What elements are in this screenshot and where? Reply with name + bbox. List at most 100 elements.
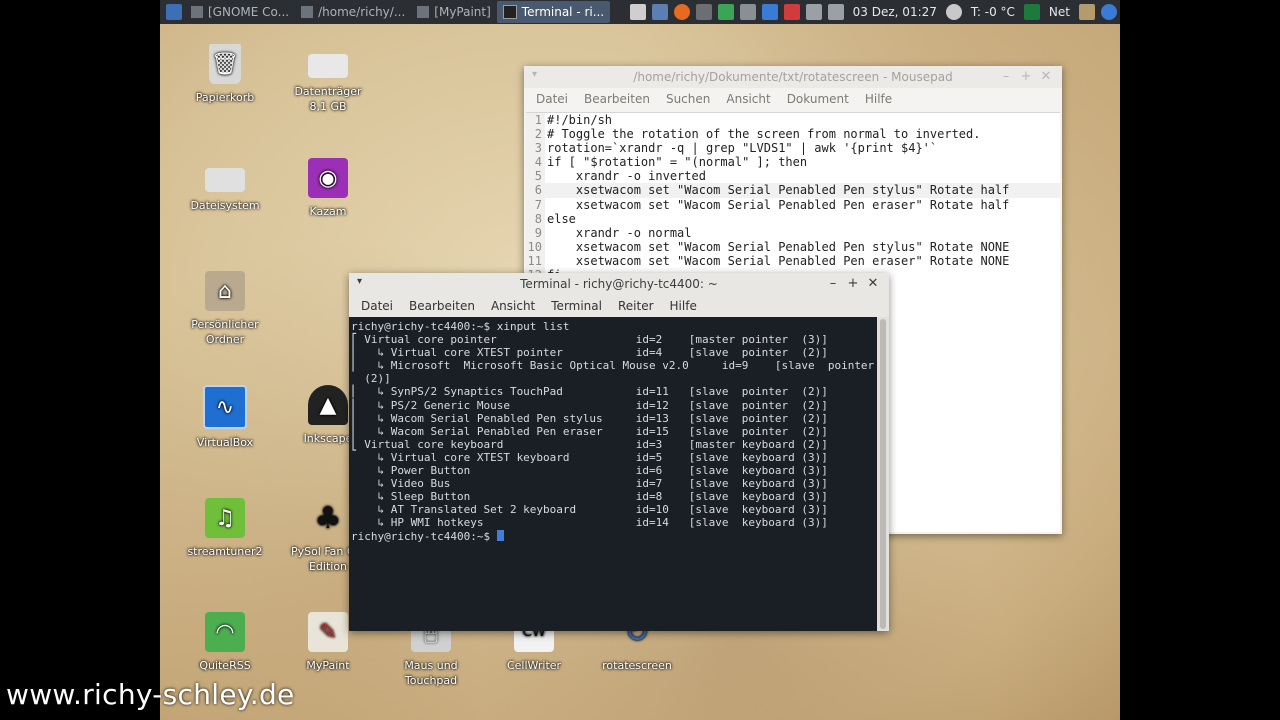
weather-icon[interactable] [945,4,962,20]
editor-line: 7 xsetwacom set "Wacom Serial Penabled P… [526,197,1060,212]
menu-dokument[interactable]: Dokument [787,92,849,106]
notes-icon[interactable] [629,4,646,20]
line-number: 7 [526,197,545,212]
editor-icon [301,6,314,18]
mousepad-titlebar[interactable]: ▾ /home/richy/Dokumente/txt/rotatescreen… [524,66,1062,88]
desktop-icon-label: Dateisystem [190,199,260,212]
menu-bearbeiten[interactable]: Bearbeiten [584,92,650,106]
app-tray-icon[interactable] [717,4,734,20]
menu-bearbeiten[interactable]: Bearbeiten [409,299,475,313]
line-text: #!/bin/sh [547,113,613,127]
volume-icon[interactable] [827,4,844,20]
line-text: else [547,211,576,226]
close-icon[interactable]: ✕ [1036,69,1056,84]
task-mypaint[interactable]: [MyPaint] [411,1,497,23]
desktop: [GNOME Co... /home/richy/... [MyPaint] T… [160,0,1120,720]
editor-line: 1 #!/bin/sh [526,113,1060,128]
line-number: 3 [526,141,545,156]
firefox-icon[interactable] [673,4,690,20]
editor-line-current: 6 xsetwacom set "Wacom Serial Penabled P… [526,183,1060,198]
menu-hilfe[interactable]: Hilfe [865,92,892,106]
task-label: [MyPaint] [434,5,491,19]
desktop-icon-papierkorb[interactable]: 🗑 Papierkorb [177,44,273,105]
task-label: [GNOME Co... [208,5,290,19]
task-gnome[interactable]: [GNOME Co... [185,1,295,23]
terminal-output[interactable]: richy@richy-tc4400:~$ xinput list ⎡ Virt… [349,317,877,631]
system-tray: 03 Dez, 01:27 T: -0 °C Net [627,4,1120,20]
terminal-line: ↳ Power Button id=6 [slave keyboard (3)] [351,464,828,478]
clock[interactable]: 03 Dez, 01:27 [853,5,937,19]
terminal-line: (2)] [351,372,391,386]
menu-datei[interactable]: Datei [536,92,568,106]
menu-datei[interactable]: Datei [361,299,393,313]
task-mousepad[interactable]: /home/richy/... [295,1,411,23]
menu-hilfe[interactable]: Hilfe [670,299,697,313]
terminal-line: ⎜ ↳ Virtual core XTEST pointer id=4 [sla… [351,346,828,360]
editor-line: 4 if [ "$rotation" = "(normal" ]; then [526,155,1060,170]
line-number: 11 [526,253,545,269]
task-label: /home/richy/... [318,5,406,19]
menu-terminal[interactable]: Terminal [551,299,602,313]
desktop-icon-virtualbox[interactable]: ∿ VirtualBox [177,385,273,450]
scrollbar-thumb[interactable] [880,319,886,629]
menu-ansicht[interactable]: Ansicht [726,92,770,106]
terminal-menubar: Datei Bearbeiten Ansicht Terminal Reiter… [349,295,889,318]
terminal-prompt: richy@richy-tc4400:~$ [351,529,497,543]
paint-icon [417,6,430,18]
terminal-line-selected: ⎜ ↳ Wacom Serial Penabled Pen eraser id=… [351,424,828,438]
vpn-icon[interactable] [739,4,756,20]
desktop-icon-streamtuner[interactable]: ♫ streamtuner2 [177,498,273,559]
desktop-icon-kazam[interactable]: ◉ Kazam [280,158,376,219]
task-label: Terminal - ri... [521,5,605,19]
app-menu-icon[interactable] [166,4,182,20]
terminal-line: ⎣ Virtual core keyboard id=3 [master key… [351,437,828,451]
minimize-icon[interactable]: – [823,276,843,291]
line-number: 2 [526,127,545,142]
menu-reiter[interactable]: Reiter [618,299,654,313]
editor-line: 3 rotation=`xrandr -q | grep "LVDS1" | aw… [526,141,1060,156]
signal-icon[interactable] [805,4,822,20]
window-title: Terminal - richy@richy-tc4400: ~ [520,277,718,291]
task-terminal[interactable]: Terminal - ri... [496,1,611,23]
menu-suchen[interactable]: Suchen [666,92,710,106]
desktop-icon-label: Maus und Touchpad [404,659,458,687]
line-text: xrandr -o normal [547,225,692,240]
terminal-line: ↳ AT Translated Set 2 keyboard id=10 [sl… [351,503,828,517]
minimize-icon[interactable]: – [996,69,1016,84]
text-cursor [496,529,504,541]
window-title: /home/richy/Dokumente/txt/rotatescreen -… [633,70,953,84]
desktop-icon-label: CellWriter [506,659,562,672]
maximize-icon[interactable]: + [1016,69,1036,84]
folder-icon[interactable] [1079,4,1095,20]
terminal-window[interactable]: ▾ Terminal - richy@richy-tc4400: ~ – + ✕ D… [349,273,889,631]
line-number: 4 [526,155,545,170]
watermark: www.richy-schley.de [6,678,295,711]
window-menu-icon[interactable]: ▾ [357,276,362,287]
network-label[interactable]: Net [1049,5,1070,19]
editor-line: 8 else [526,211,1060,226]
temperature[interactable]: T: -0 °C [971,5,1015,19]
editor-line: 10 xsetwacom set "Wacom Serial Penabled … [526,239,1060,254]
network-tray-icon[interactable] [695,4,712,20]
terminal-titlebar[interactable]: ▾ Terminal - richy@richy-tc4400: ~ – + ✕ [349,273,889,295]
save-icon[interactable] [651,4,668,20]
close-icon[interactable]: ✕ [863,276,883,291]
desktop-icon-dateisystem[interactable]: Dateisystem [177,158,273,213]
desktop-icon-datentraeger[interactable]: Datenträger 8,1 GB [280,44,376,114]
bluetooth-icon[interactable] [761,4,778,20]
line-number: 6 [526,183,545,198]
rss-icon: ◠ [205,612,245,652]
terminal-scrollbar[interactable] [877,317,889,631]
window-menu-icon[interactable]: ▾ [532,69,537,80]
line-text: xrandr -o inverted [547,169,706,184]
maximize-icon[interactable]: + [843,276,863,291]
line-text: xsetwacom set "Wacom Serial Penabled Pen… [547,183,1010,198]
record-icon[interactable] [783,4,800,20]
line-text: xsetwacom set "Wacom Serial Penabled Pen… [547,197,1010,212]
desktop-icon-quiterss[interactable]: ◠ QuiteRSS [177,612,273,673]
refresh-icon[interactable] [1101,4,1117,20]
desktop-icon-label: VirtualBox [196,436,254,449]
desktop-icon-home[interactable]: ⌂ Persönlicher Ordner [177,271,273,347]
trash-icon: 🗑 [209,44,241,84]
menu-ansicht[interactable]: Ansicht [491,299,535,313]
